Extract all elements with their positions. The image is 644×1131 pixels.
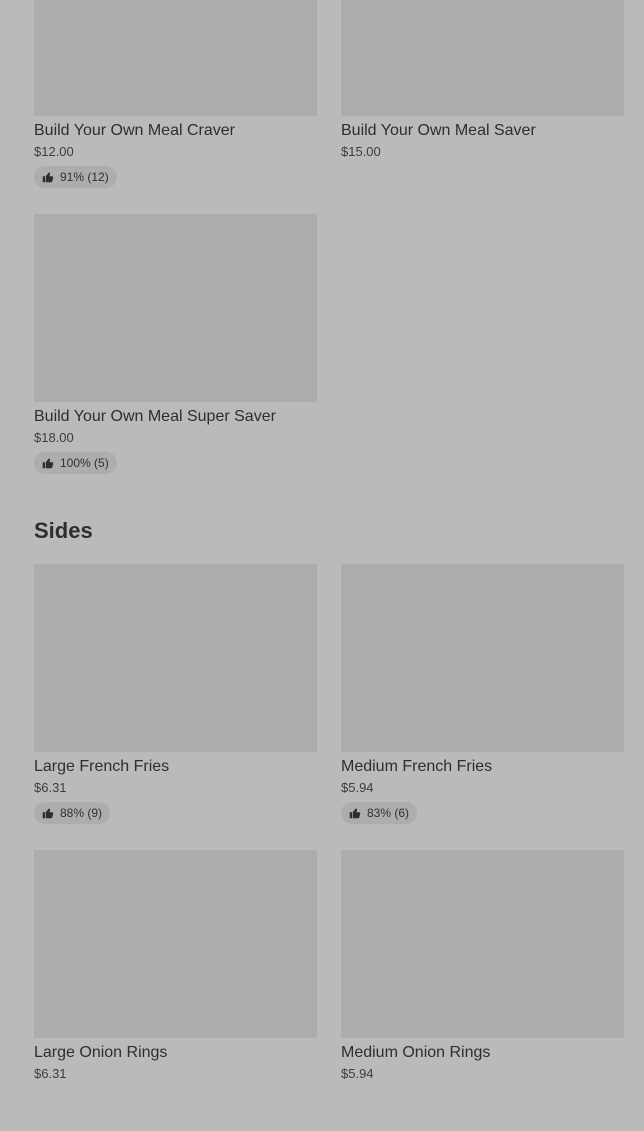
item-image[interactable] xyxy=(341,564,624,752)
rating-badge: 88% (9) xyxy=(34,802,111,824)
item-name: Large French Fries xyxy=(34,758,170,775)
item-name: Medium French Fries xyxy=(341,758,493,775)
section-title-sides: Sides xyxy=(34,518,93,543)
item-price: $5.94 xyxy=(341,780,374,795)
rating-badge: 100% (5) xyxy=(34,452,117,474)
item-name: Medium Onion Rings xyxy=(341,1044,491,1061)
menu-item-card[interactable]: Medium French Fries $5.94 83% (6) xyxy=(341,564,624,824)
menu-item-card[interactable]: Build Your Own Meal Saver $15.00 xyxy=(341,0,624,160)
thumbs-up-icon xyxy=(42,808,54,819)
item-price: $12.00 xyxy=(34,144,74,159)
menu-item-card[interactable]: Large French Fries $6.31 88% (9) xyxy=(34,564,317,824)
item-name: Build Your Own Meal Super Saver xyxy=(34,408,276,425)
item-image[interactable] xyxy=(341,0,624,116)
item-image[interactable] xyxy=(34,0,317,116)
rating-badge: 83% (6) xyxy=(341,802,418,824)
item-image[interactable] xyxy=(341,850,624,1038)
thumbs-up-icon xyxy=(42,458,54,469)
item-price: $5.94 xyxy=(341,1066,374,1081)
item-image[interactable] xyxy=(34,564,317,752)
item-name: Build Your Own Meal Craver xyxy=(34,122,235,139)
menu-item-card[interactable]: Build Your Own Meal Super Saver $18.00 1… xyxy=(34,214,317,474)
item-name: Build Your Own Meal Saver xyxy=(341,122,536,139)
menu-item-card[interactable]: Medium Onion Rings $5.94 xyxy=(341,850,624,1082)
item-price: $6.31 xyxy=(34,780,67,795)
item-price: $6.31 xyxy=(34,1066,67,1081)
thumbs-up-icon xyxy=(349,808,361,819)
rating-text: 88% (9) xyxy=(60,806,103,820)
menu-page: Build Your Own Meal Craver $12.00 91% (1… xyxy=(0,0,644,1131)
rating-text: 91% (12) xyxy=(60,170,109,184)
item-image[interactable] xyxy=(34,850,317,1038)
item-price: $15.00 xyxy=(341,144,381,159)
rating-text: 83% (6) xyxy=(367,806,410,820)
item-name: Large Onion Rings xyxy=(34,1044,168,1061)
rating-text: 100% (5) xyxy=(60,456,109,470)
rating-badge: 91% (12) xyxy=(34,166,117,188)
thumbs-up-icon xyxy=(42,172,54,183)
menu-item-card[interactable]: Build Your Own Meal Craver $12.00 91% (1… xyxy=(34,0,317,188)
item-image[interactable] xyxy=(34,214,317,402)
item-price: $18.00 xyxy=(34,430,74,445)
menu-item-card[interactable]: Large Onion Rings $6.31 xyxy=(34,850,317,1082)
